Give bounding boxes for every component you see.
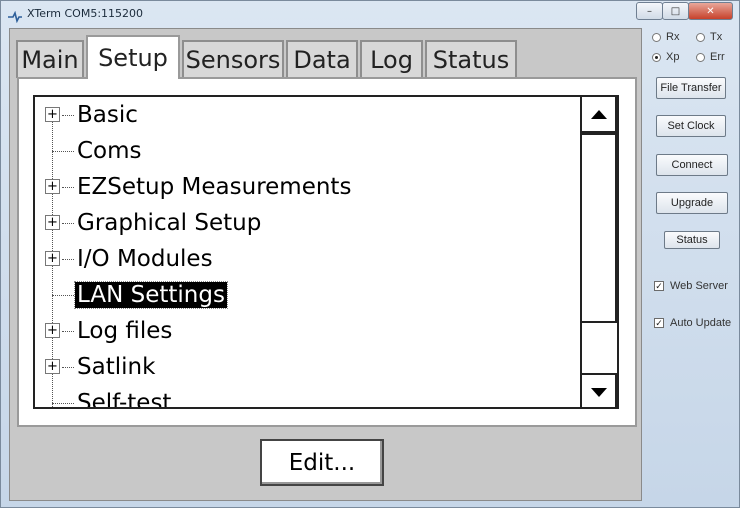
radio-indicator [696,32,705,42]
tab-label: Main [21,46,79,74]
maximize-icon: □ [670,5,681,17]
upgrade-button[interactable]: Upgrade [656,192,728,214]
tab-main[interactable]: Main [16,40,84,78]
checkbox-label: Web Server [670,280,728,292]
tree-item-coms[interactable]: Coms [35,133,580,169]
tree-item-satlink[interactable]: + Satlink [35,349,580,385]
title-bar[interactable]: XTerm COM5:115200 – □ ✕ [1,1,739,27]
setup-tree-view[interactable]: + Basic Coms + EZSetup Measurements + Gr… [33,95,619,409]
app-window: XTerm COM5:115200 – □ ✕ Main Setup Senso… [0,0,740,508]
tree-branch-line [62,259,74,260]
tab-label: Sensors [185,46,281,74]
radio-indicator-checked [652,52,661,62]
expand-icon[interactable]: + [45,251,60,266]
scroll-up-button[interactable] [582,97,617,133]
radio-rx[interactable]: Rx [652,31,679,43]
tree-item-label: EZSetup Measurements [77,174,352,200]
tree-item-label: I/O Modules [77,246,213,272]
scroll-down-button[interactable] [582,373,617,407]
tree-item-label: Graphical Setup [77,210,262,236]
checkmark-icon: ✓ [654,281,664,291]
tree-item-label: Coms [77,138,142,164]
arrow-up-icon [590,109,607,119]
tree-item-self-test[interactable]: Self-test [35,385,580,409]
tree-item-label: Satlink [77,354,156,380]
tree-item-label: Basic [77,102,138,128]
radio-indicator [696,52,705,62]
tree-item-label: Self-test [77,390,172,409]
window-title: XTerm COM5:115200 [27,7,144,20]
tree-branch-line [52,151,74,152]
tree-item-basic[interactable]: + Basic [35,97,580,133]
radio-indicator [652,32,661,42]
set-clock-button[interactable]: Set Clock [656,115,726,137]
checkbox-label: Auto Update [670,317,732,329]
vertical-scrollbar[interactable] [580,97,617,407]
tree-item-label-selected: LAN Settings [74,281,228,309]
radio-label: Tx [710,31,723,43]
tree-item-graphical-setup[interactable]: + Graphical Setup [35,205,580,241]
auto-update-checkbox[interactable]: ✓ Auto Update [654,317,731,329]
tab-label: Data [293,46,351,74]
tree-branch-line [62,331,74,332]
tab-label: Status [432,46,510,74]
status-button[interactable]: Status [664,231,720,249]
radio-err[interactable]: Err [696,51,725,63]
arrow-down-icon [590,387,607,397]
tab-log[interactable]: Log [360,40,423,78]
close-icon: ✕ [706,5,715,17]
scrollbar-thumb[interactable] [582,133,617,323]
tree-item-ezsetup-measurements[interactable]: + EZSetup Measurements [35,169,580,205]
radio-label: Rx [666,31,680,43]
tree-item-label: Log files [77,318,173,344]
xterm-app-icon [7,8,23,24]
tree-item-lan-settings[interactable]: LAN Settings [35,277,580,313]
main-client-area: Main Setup Sensors Data Log Status + Bas… [9,28,642,501]
side-controls: Rx Tx Xp Err File Transfer Set Clock Con… [646,28,736,501]
expand-icon[interactable]: + [45,323,60,338]
checkmark-icon: ✓ [654,318,664,328]
expand-icon[interactable]: + [45,215,60,230]
tab-status[interactable]: Status [425,40,517,78]
radio-xp[interactable]: Xp [652,51,679,63]
tree-list: + Basic Coms + EZSetup Measurements + Gr… [35,97,580,409]
tab-sensors[interactable]: Sensors [182,40,284,78]
radio-label: Xp [666,51,680,63]
connect-button[interactable]: Connect [656,154,728,176]
tree-branch-line [52,403,74,404]
tree-item-io-modules[interactable]: + I/O Modules [35,241,580,277]
tab-data[interactable]: Data [286,40,358,78]
tree-branch-line [62,367,74,368]
tree-branch-line [52,295,74,296]
tree-branch-line [62,187,74,188]
tab-label: Log [370,46,413,74]
tree-branch-line [62,115,74,116]
close-button[interactable]: ✕ [688,2,733,20]
setup-panel: + Basic Coms + EZSetup Measurements + Gr… [17,77,637,427]
file-transfer-button[interactable]: File Transfer [656,77,726,99]
radio-tx[interactable]: Tx [696,31,722,43]
expand-icon[interactable]: + [45,179,60,194]
tree-item-log-files[interactable]: + Log files [35,313,580,349]
minimize-button[interactable]: – [636,2,663,20]
radio-label: Err [710,51,725,63]
expand-icon[interactable]: + [45,359,60,374]
maximize-button[interactable]: □ [662,2,689,20]
edit-button[interactable]: Edit... [260,439,384,486]
web-server-checkbox[interactable]: ✓ Web Server [654,280,728,292]
tab-label: Setup [98,44,168,72]
minimize-icon: – [647,5,652,17]
tab-setup[interactable]: Setup [86,35,180,79]
tree-branch-line [62,223,74,224]
expand-icon[interactable]: + [45,107,60,122]
